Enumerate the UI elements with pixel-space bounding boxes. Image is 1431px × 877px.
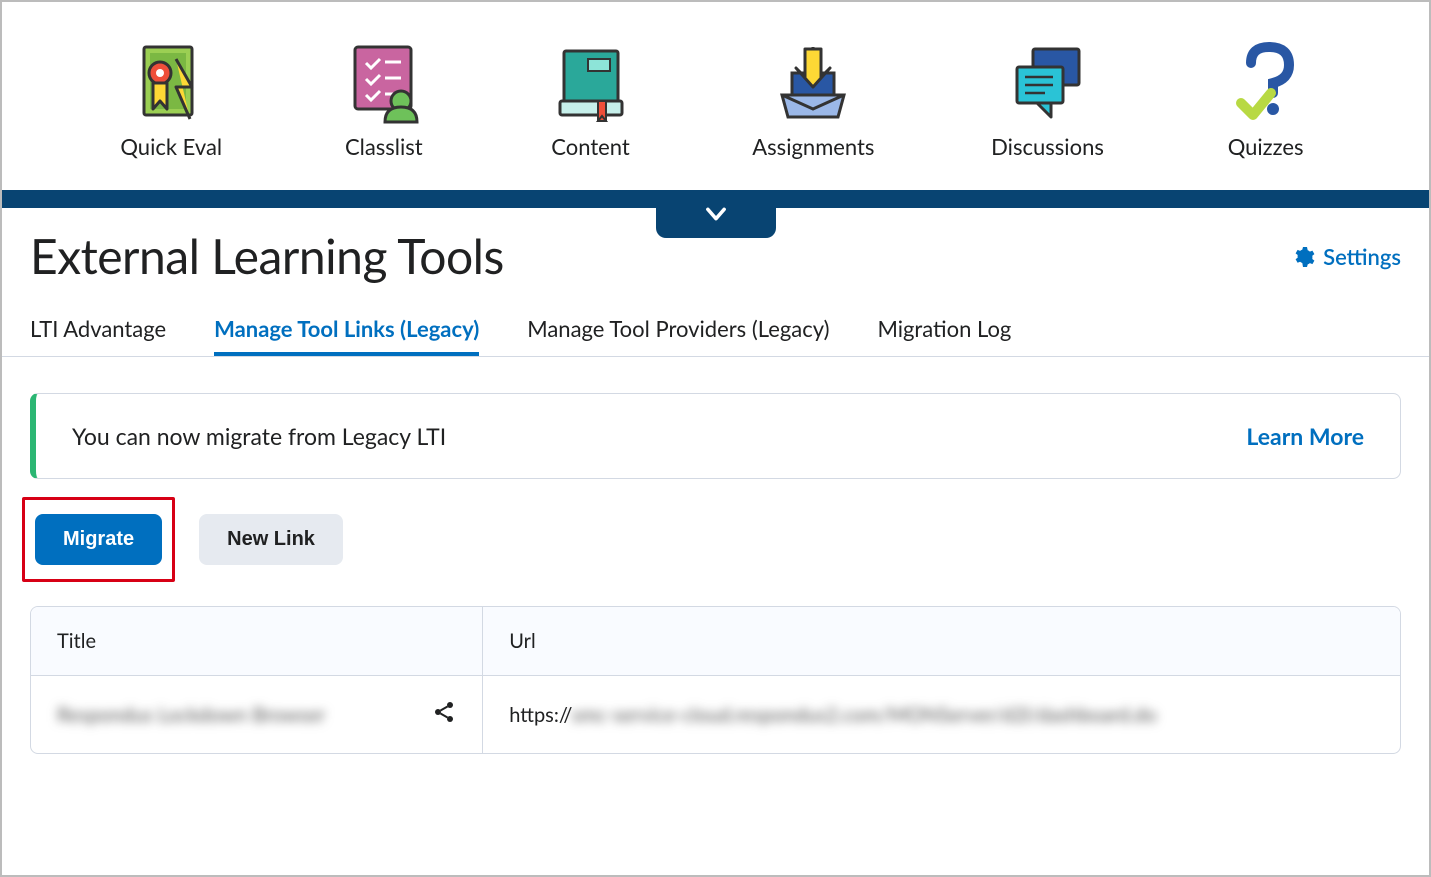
classlist-icon	[339, 37, 429, 127]
page-title: External Learning Tools	[30, 228, 504, 285]
gear-icon	[1291, 245, 1315, 269]
nav-label: Quick Eval	[120, 133, 222, 160]
quick-eval-icon	[126, 37, 216, 127]
chevron-down-icon	[702, 200, 730, 228]
link-url-cell: https://smc-service-cloud.respondus2.com…	[483, 676, 1400, 754]
nav-label: Assignments	[752, 133, 874, 160]
tab-manage-tool-providers[interactable]: Manage Tool Providers (Legacy)	[527, 315, 829, 356]
nav-content[interactable]: Content	[546, 37, 636, 160]
tool-links-table: Title Url Respondus Lockdown Browser	[30, 606, 1401, 754]
nav-label: Classlist	[345, 133, 423, 160]
settings-label: Settings	[1323, 243, 1401, 270]
nav-quizzes[interactable]: Quizzes	[1221, 37, 1311, 160]
share-icon[interactable]	[432, 700, 456, 729]
migrate-alert: You can now migrate from Legacy LTI Lear…	[30, 393, 1401, 479]
new-link-button[interactable]: New Link	[199, 514, 343, 565]
settings-link[interactable]: Settings	[1291, 243, 1401, 270]
learn-more-link[interactable]: Learn More	[1246, 422, 1364, 450]
tabs: LTI Advantage Manage Tool Links (Legacy)…	[2, 285, 1429, 357]
discussions-icon	[1003, 37, 1093, 127]
nav-quick-eval[interactable]: Quick Eval	[120, 37, 222, 160]
link-url-rest: smc-service-cloud.respondus2.com/MONServ…	[572, 703, 1157, 727]
nav-label: Discussions	[991, 133, 1104, 160]
alert-message: You can now migrate from Legacy LTI	[72, 422, 446, 450]
quizzes-icon	[1221, 37, 1311, 127]
tab-lti-advantage[interactable]: LTI Advantage	[30, 315, 166, 356]
link-title[interactable]: Respondus Lockdown Browser	[57, 703, 325, 727]
table-row: Respondus Lockdown Browser	[31, 676, 1400, 754]
nav-classlist[interactable]: Classlist	[339, 37, 429, 160]
tab-migration-log[interactable]: Migration Log	[877, 315, 1011, 356]
assignments-icon	[768, 37, 858, 127]
th-url: Url	[483, 607, 1400, 676]
nav-assignments[interactable]: Assignments	[752, 37, 874, 160]
top-nav: Quick Eval Classlist	[2, 2, 1429, 190]
link-url-prefix: https://	[509, 703, 571, 727]
nav-discussions[interactable]: Discussions	[991, 37, 1104, 160]
nav-expand-toggle[interactable]	[656, 190, 776, 238]
content-icon	[546, 37, 636, 127]
migrate-highlight: Migrate	[22, 497, 175, 582]
tab-manage-tool-links[interactable]: Manage Tool Links (Legacy)	[214, 315, 479, 356]
action-bar: Migrate New Link	[22, 497, 1409, 582]
migrate-button[interactable]: Migrate	[35, 514, 162, 565]
nav-expand-bar	[2, 190, 1429, 208]
nav-label: Content	[551, 133, 630, 160]
nav-label: Quizzes	[1228, 133, 1304, 160]
th-title: Title	[31, 607, 483, 676]
